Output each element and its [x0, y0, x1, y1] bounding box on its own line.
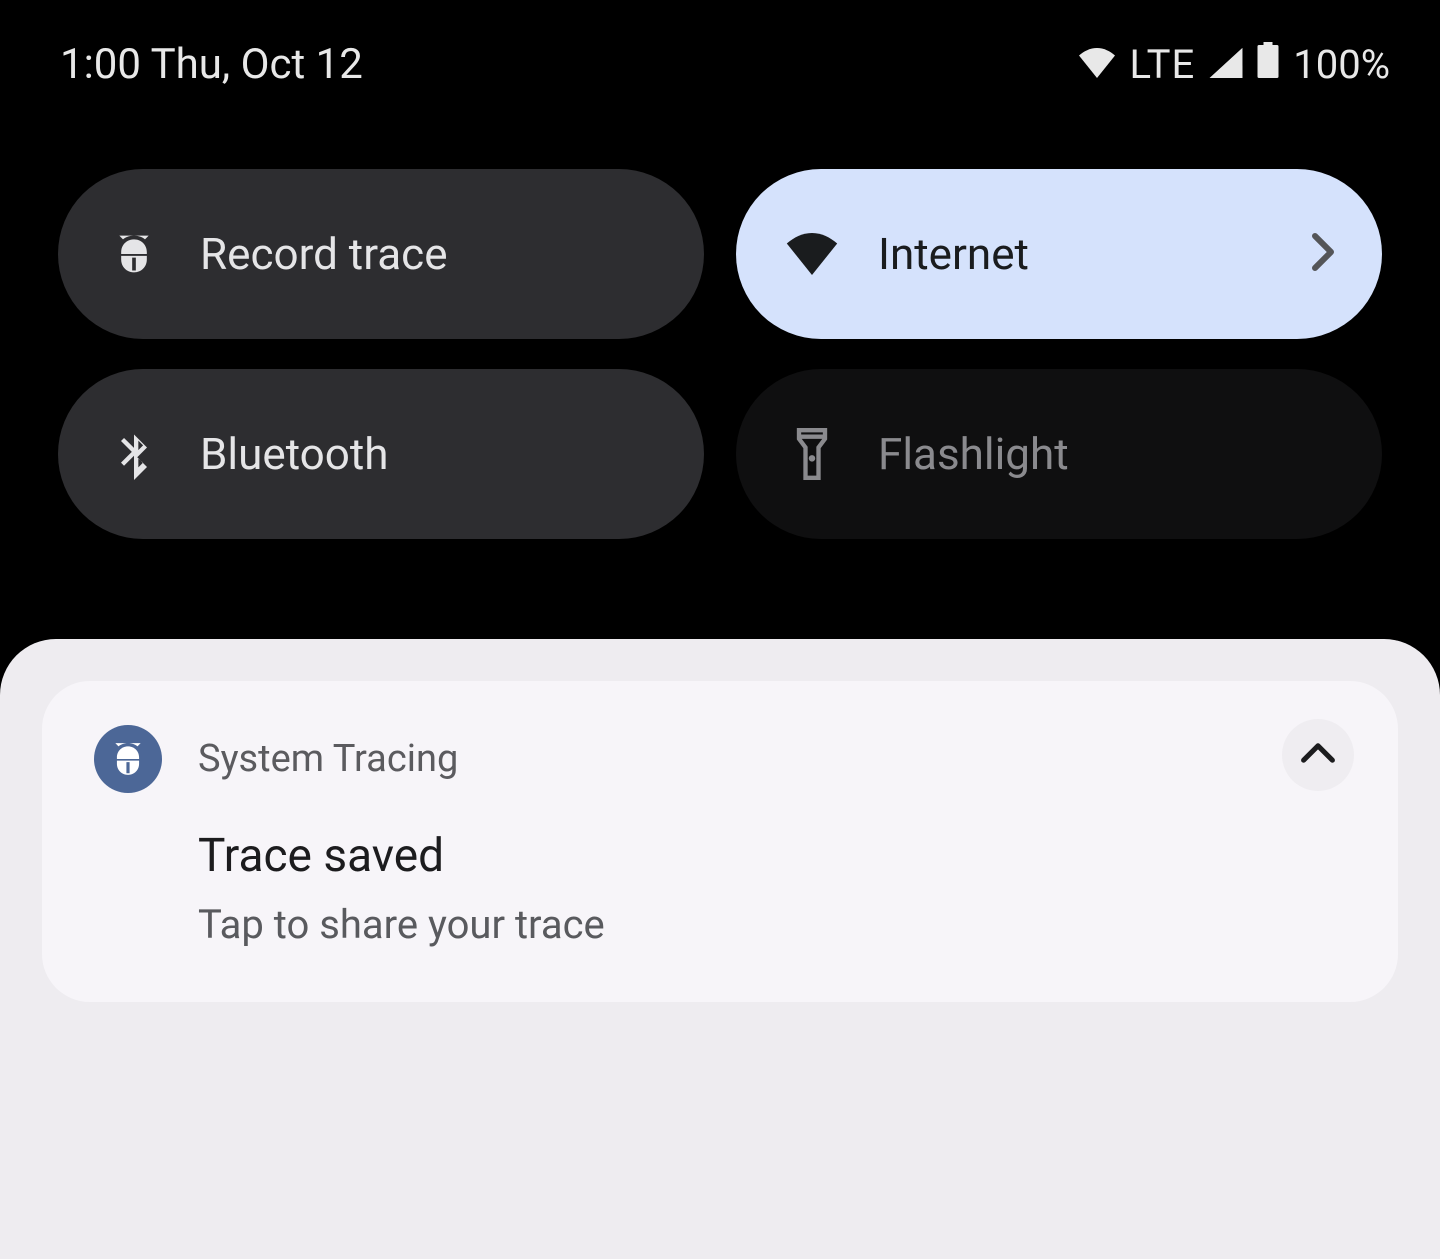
tile-flashlight[interactable]: Flashlight — [736, 369, 1382, 539]
chevron-right-icon — [1310, 232, 1336, 276]
notification-app-name: System Tracing — [198, 737, 458, 781]
status-right: LTE 100% — [1079, 40, 1390, 89]
notification-header: System Tracing — [94, 725, 1346, 793]
wifi-icon — [786, 228, 838, 280]
status-time-date: 1:00 Thu, Oct 12 — [60, 40, 363, 89]
flashlight-icon — [786, 428, 838, 480]
tile-label: Internet — [878, 228, 1029, 280]
tile-label: Bluetooth — [200, 428, 388, 480]
notification-body: Trace saved Tap to share your trace — [198, 829, 1346, 948]
bug-icon — [108, 228, 160, 280]
notification-subtitle: Tap to share your trace — [198, 901, 1346, 948]
network-label: LTE — [1129, 41, 1195, 88]
collapse-button[interactable] — [1282, 719, 1354, 791]
notification-card[interactable]: System Tracing Trace saved Tap to share … — [42, 681, 1398, 1002]
notification-app-icon — [94, 725, 162, 793]
wifi-status-icon — [1079, 40, 1115, 89]
tile-internet[interactable]: Internet — [736, 169, 1382, 339]
tile-label: Flashlight — [878, 428, 1069, 480]
battery-icon — [1257, 40, 1279, 89]
cellular-signal-icon — [1209, 40, 1243, 89]
chevron-up-icon — [1300, 742, 1336, 768]
tile-label: Record trace — [200, 228, 448, 280]
notification-title: Trace saved — [198, 829, 1346, 883]
bluetooth-icon — [108, 428, 160, 480]
notification-area: System Tracing Trace saved Tap to share … — [0, 639, 1440, 1259]
tile-bluetooth[interactable]: Bluetooth — [58, 369, 704, 539]
quick-settings-tiles: Record trace Internet Bluetooth Flashlig… — [0, 129, 1440, 539]
battery-label: 100% — [1293, 41, 1390, 88]
status-bar: 1:00 Thu, Oct 12 LTE 100% — [0, 0, 1440, 129]
tile-record-trace[interactable]: Record trace — [58, 169, 704, 339]
